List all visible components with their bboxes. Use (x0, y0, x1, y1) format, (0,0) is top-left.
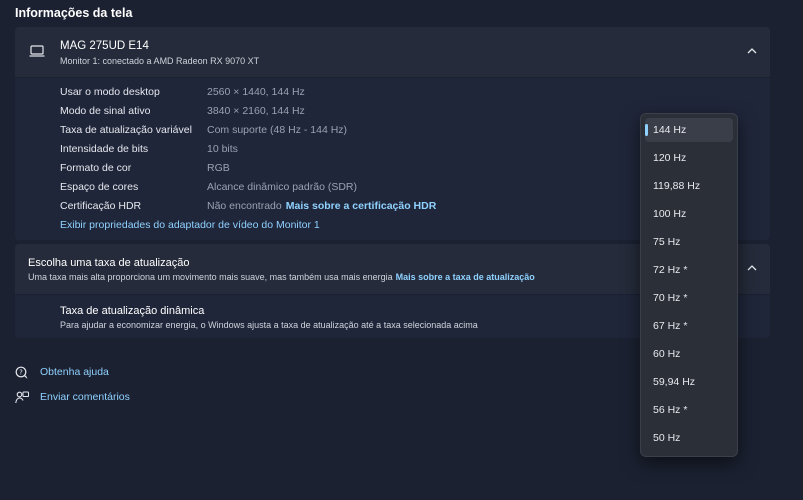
monitor-card-header[interactable]: MAG 275UD E14 Monitor 1: conectado a AMD… (15, 27, 770, 77)
info-label: Formato de cor (60, 162, 132, 174)
option-label: 144 Hz (653, 124, 687, 136)
info-label: Espaço de cores (60, 181, 139, 193)
refresh-rate-title: Escolha uma taxa de atualização (28, 257, 190, 269)
info-label: Modo de sinal ativo (60, 105, 151, 117)
refresh-option-100[interactable]: 100 Hz (645, 202, 733, 226)
dynamic-refresh-description: Para ajudar a economizar energia, o Wind… (60, 320, 478, 330)
info-label: Taxa de atualização variável (60, 124, 192, 136)
refresh-option-119-88[interactable]: 119,88 Hz (645, 174, 733, 198)
info-label: Usar o modo desktop (60, 86, 160, 98)
refresh-rate-description-text: Uma taxa mais alta proporciona um movime… (28, 272, 393, 282)
send-feedback-link[interactable]: Enviar comentários (15, 391, 155, 407)
info-value: 3840 × 2160, 144 Hz (207, 105, 305, 117)
refresh-rate-learn-more-link[interactable]: Mais sobre a taxa de atualização (396, 272, 535, 282)
option-label: 120 Hz (653, 152, 687, 164)
refresh-option-56[interactable]: 56 Hz * (645, 398, 733, 422)
hdr-learn-more-link[interactable]: Mais sobre a certificação HDR (286, 200, 437, 212)
info-label: Certificação HDR (60, 200, 142, 212)
info-value: Não encontrado Mais sobre a certificação … (207, 200, 436, 212)
option-label: 67 Hz * (653, 320, 688, 332)
refresh-option-75[interactable]: 75 Hz (645, 230, 733, 254)
refresh-option-67[interactable]: 67 Hz * (645, 314, 733, 338)
svg-text:?: ? (19, 369, 23, 377)
option-label: 75 Hz (653, 236, 681, 248)
chevron-up-icon[interactable] (746, 46, 758, 56)
get-help-label: Obtenha ajuda (40, 366, 109, 378)
info-value: 2560 × 1440, 144 Hz (207, 86, 305, 98)
refresh-option-59-94[interactable]: 59,94 Hz (645, 370, 733, 394)
monitor-name: MAG 275UD E14 (60, 40, 149, 52)
option-label: 56 Hz * (653, 404, 688, 416)
info-value: 10 bits (207, 143, 238, 155)
refresh-option-144[interactable]: 144 Hz (645, 118, 733, 142)
monitor-subtitle: Monitor 1: conectado a AMD Radeon RX 907… (60, 56, 260, 66)
get-help-link[interactable]: ? Obtenha ajuda (15, 366, 135, 382)
hdr-status: Não encontrado (207, 200, 282, 212)
info-label: Intensidade de bits (60, 143, 149, 155)
option-label: 72 Hz * (653, 264, 688, 276)
refresh-option-72[interactable]: 72 Hz * (645, 258, 733, 282)
option-label: 70 Hz * (653, 292, 688, 304)
option-label: 59,94 Hz (653, 376, 696, 388)
info-value: Com suporte (48 Hz - 144 Hz) (207, 124, 348, 136)
feedback-icon (15, 391, 29, 404)
option-label: 119,88 Hz (653, 180, 701, 192)
adapter-properties-link[interactable]: Exibir propriedades do adaptador de víde… (60, 219, 320, 231)
option-label: 100 Hz (653, 208, 687, 220)
chevron-up-icon[interactable] (746, 263, 758, 273)
laptop-icon (29, 45, 45, 57)
refresh-rate-dropdown[interactable]: 144 Hz 120 Hz 119,88 Hz 100 Hz 75 Hz 72 … (640, 113, 738, 457)
refresh-option-50[interactable]: 50 Hz (645, 426, 733, 450)
refresh-option-70[interactable]: 70 Hz * (645, 286, 733, 310)
refresh-rate-description: Uma taxa mais alta proporciona um movime… (28, 272, 535, 282)
dynamic-refresh-title: Taxa de atualização dinâmica (60, 305, 205, 317)
refresh-option-120[interactable]: 120 Hz (645, 146, 733, 170)
option-label: 60 Hz (653, 348, 681, 360)
info-value: RGB (207, 162, 230, 174)
refresh-option-60[interactable]: 60 Hz (645, 342, 733, 366)
option-label: 50 Hz (653, 432, 681, 444)
display-settings-page: Informações da tela MAG 275UD E14 Monito… (0, 0, 803, 500)
section-title: Informações da tela (15, 6, 133, 20)
send-feedback-label: Enviar comentários (40, 391, 130, 403)
info-value: Alcance dinâmico padrão (SDR) (207, 181, 357, 193)
help-chat-icon: ? (15, 366, 28, 379)
